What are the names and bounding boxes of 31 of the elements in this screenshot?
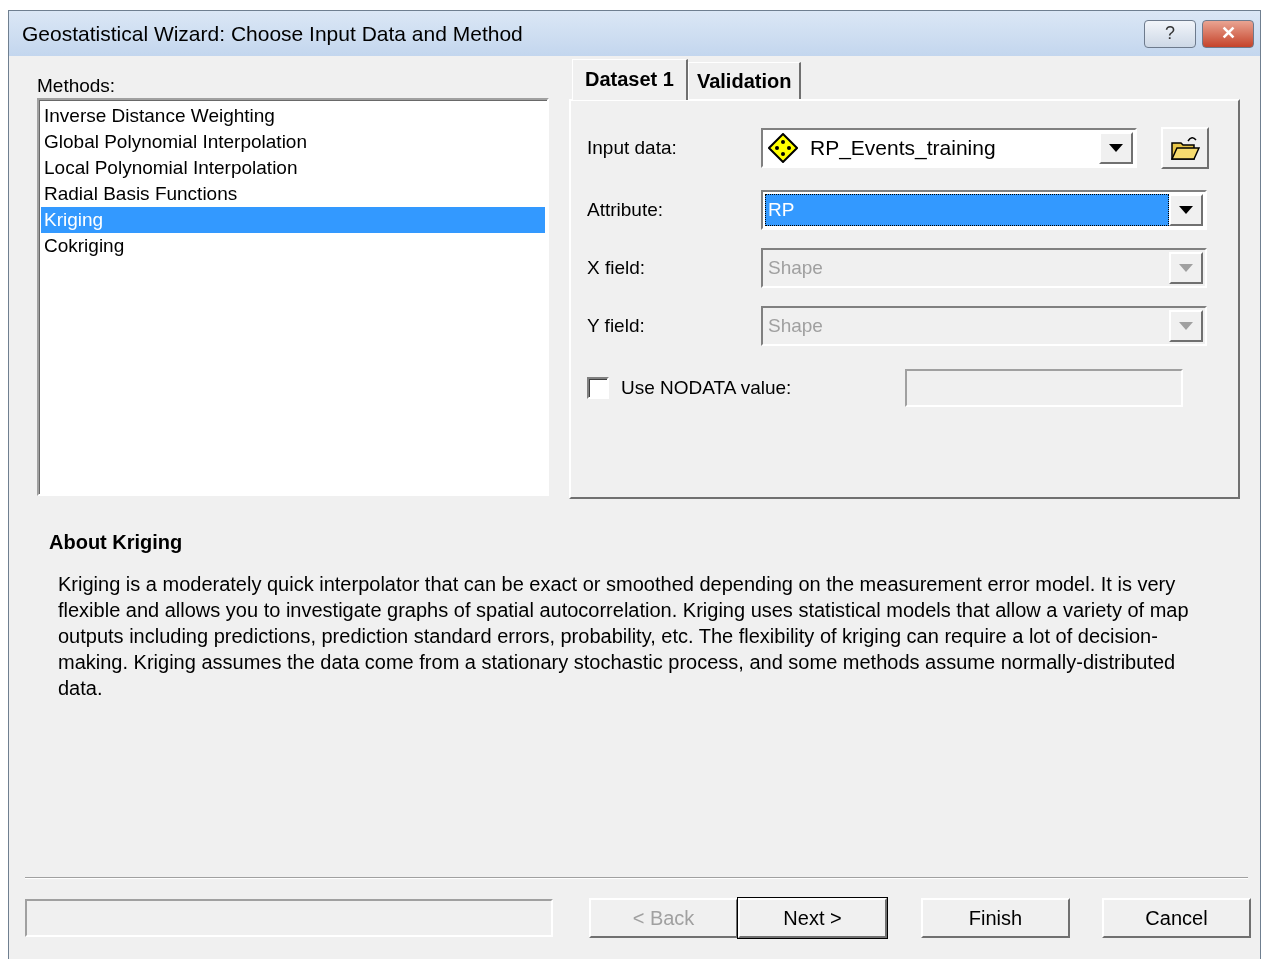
methods-list[interactable]: Inverse Distance Weighting Global Polynomial Interpolation Local Polynomial Interpolation Radial Basis Functions Kriging Cokriging: [37, 98, 549, 496]
wizard-button[interactable]: Finish: [921, 898, 1070, 938]
field-label: Y field:: [587, 313, 646, 338]
browse-button[interactable]: [1161, 127, 1209, 169]
caret-icon: [1179, 206, 1193, 214]
method-item[interactable]: Inverse Distance Weighting: [41, 103, 545, 129]
help-button[interactable]: ?: [1144, 19, 1196, 48]
nodata-field[interactable]: [905, 369, 1184, 407]
about-text: Kriging is a moderately quick interpolator that can be exact or smoothed depending on the measurement error model. It is very flexible and allows you to investigate graphs of spatial autocorrelation. Kriging uses statistical models that allow a variety of map outputs including predictions, prediction standard errors, probability, etc. The flexibility of kriging can require a lot of decision-making. Kriging assumes the data come from a stationary stochastic process, and some methods assume normally-distributed data.: [58, 572, 1190, 701]
field-label: X field:: [587, 255, 647, 280]
folder-icon: [1170, 135, 1200, 161]
field-label: Input data:: [587, 135, 678, 160]
about-heading: About Kriging: [49, 530, 184, 555]
tab[interactable]: Validation: [687, 62, 802, 99]
window-title: Geostatistical Wizard: Choose Input Data and Method: [22, 20, 524, 47]
wizard-button[interactable]: Cancel: [1102, 898, 1251, 938]
method-item[interactable]: Local Polynomial Interpolation: [41, 155, 545, 181]
wizard-button[interactable]: Next >: [738, 898, 887, 938]
tab[interactable]: Dataset 1: [572, 59, 688, 100]
caret-icon: [1179, 322, 1193, 330]
caret-icon: [1179, 264, 1193, 272]
methods-label: Methods:: [37, 74, 117, 96]
dropdown[interactable]: RP_Events_training: [761, 128, 1137, 168]
point-layer-icon: [768, 133, 798, 163]
checkbox-label: Use NODATA value:: [621, 375, 792, 400]
checkbox[interactable]: [587, 377, 609, 399]
method-item[interactable]: Radial Basis Functions: [41, 181, 545, 207]
field-label: Attribute:: [587, 197, 665, 222]
method-item[interactable]: Global Polynomial Interpolation: [41, 129, 545, 155]
method-item[interactable]: Cokriging: [41, 233, 545, 259]
caret-icon: [1109, 144, 1123, 152]
